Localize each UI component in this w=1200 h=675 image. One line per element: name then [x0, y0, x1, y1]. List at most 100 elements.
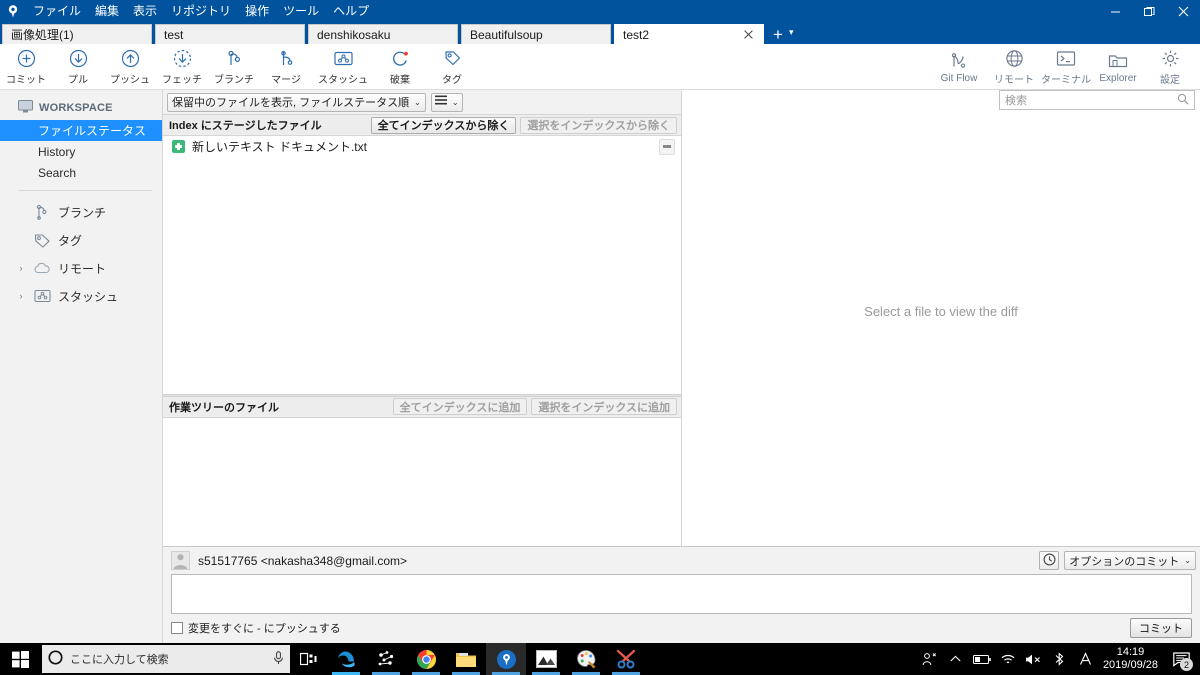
speaker-muted-icon[interactable]	[1021, 643, 1047, 675]
show-hidden-chevron-icon[interactable]	[943, 643, 969, 675]
menu-item-repository[interactable]: リポジトリ	[164, 0, 238, 22]
system-tray: 14:19 2019/09/28 2	[917, 643, 1200, 675]
taskbar-app-chrome[interactable]	[406, 643, 446, 675]
minimize-button[interactable]	[1098, 0, 1132, 22]
push-up-arrow-icon	[121, 47, 140, 69]
commit-area: s51517765 <nakasha348@gmail.com> オプションのコ…	[163, 546, 1200, 644]
task-view-icon[interactable]	[290, 643, 326, 675]
toolbar-terminal-button[interactable]: ターミナル	[1040, 45, 1092, 89]
commit-message-input[interactable]	[171, 574, 1192, 614]
tab-gazoushori[interactable]: 画像処理(1)	[2, 24, 152, 44]
toolbar-button-label: 設定	[1160, 75, 1180, 86]
toolbar-gitflow-button[interactable]: Git Flow	[930, 45, 988, 89]
toolbar-tag-button[interactable]: タグ	[426, 45, 478, 89]
toolbar-commit-button[interactable]: コミット	[0, 45, 52, 89]
merge-icon	[277, 47, 296, 69]
taskbar-app-scatter-plot[interactable]	[366, 643, 406, 675]
battery-icon[interactable]	[969, 643, 995, 675]
taskbar-app-snipping-tool[interactable]	[606, 643, 646, 675]
tab-list-chevron-icon[interactable]: ▾	[789, 27, 800, 40]
people-icon[interactable]	[917, 643, 943, 675]
sidebar-item-history[interactable]: History	[0, 141, 162, 162]
bluetooth-icon[interactable]	[1047, 643, 1073, 675]
menu-item-help[interactable]: ヘルプ	[326, 0, 376, 22]
sidebar-item-stashes[interactable]: › スタッシュ	[0, 282, 162, 310]
branch-icon	[33, 204, 51, 220]
stage-all-button[interactable]: 全てインデックスに追加	[392, 398, 528, 415]
toolbar-branch-button[interactable]: ブランチ	[208, 45, 260, 89]
unstage-all-button[interactable]: 全てインデックスから除く	[370, 116, 517, 134]
tab-close-icon[interactable]	[741, 28, 755, 42]
stage-selected-button[interactable]: 選択をインデックスに追加	[531, 398, 677, 415]
menu-item-tools[interactable]: ツール	[276, 0, 326, 22]
worktree-files-header: 作業ツリーのファイル 全てインデックスに追加 選択をインデックスに追加	[163, 396, 681, 418]
sidebar-item-search[interactable]: Search	[0, 162, 162, 183]
explorer-folder-icon	[1108, 49, 1128, 71]
toolbar-stash-button[interactable]: スタッシュ	[312, 45, 374, 89]
chevron-right-icon[interactable]: ›	[16, 263, 26, 273]
unstage-selected-button[interactable]: 選択をインデックスから除く	[520, 116, 677, 134]
menu-item-edit[interactable]: 編集	[88, 0, 126, 22]
wifi-icon[interactable]	[995, 643, 1021, 675]
microphone-icon[interactable]	[273, 650, 284, 668]
menu-item-view[interactable]: 表示	[126, 0, 164, 22]
action-center-icon[interactable]: 2	[1166, 643, 1196, 675]
taskbar-app-edge[interactable]	[326, 643, 366, 675]
toolbar-discard-button[interactable]: 破棄	[374, 45, 426, 89]
toolbar-button-label: マージ	[271, 75, 301, 86]
toolbar-push-button[interactable]: プッシュ	[104, 45, 156, 89]
toolbar-pull-button[interactable]: プル	[52, 45, 104, 89]
checkbox-box[interactable]	[171, 622, 183, 634]
push-immediately-label: 変更をすぐに - にプッシュする	[188, 623, 341, 635]
tab-test2[interactable]: test2	[614, 24, 764, 44]
staged-files-list[interactable]: 新しいテキスト ドキュメント.txt	[163, 136, 681, 394]
ime-input-A-icon[interactable]	[1073, 643, 1099, 675]
menu-item-actions[interactable]: 操作	[238, 0, 276, 22]
toolbar-remote-button[interactable]: リモート	[988, 45, 1040, 89]
sidebar-item-file-status[interactable]: ファイルステータス	[0, 120, 162, 141]
commit-author-row: s51517765 <nakasha348@gmail.com> オプションのコ…	[163, 547, 1200, 574]
commit-options-dropdown[interactable]: オプションのコミット ⌄	[1064, 551, 1196, 570]
sidebar-section-label: ブランチ	[58, 205, 107, 220]
sidebar-item-branches[interactable]: ブランチ	[0, 198, 162, 226]
toolbar-settings-button[interactable]: 設定	[1144, 45, 1196, 89]
toolbar-button-label: フェッチ	[162, 75, 202, 86]
sidebar-workspace-label: WORKSPACE	[39, 102, 113, 114]
commit-history-button[interactable]	[1039, 551, 1060, 570]
toolbar-fetch-button[interactable]: フェッチ	[156, 45, 208, 89]
sidebar-item-tags[interactable]: タグ	[0, 226, 162, 254]
unstage-file-minus-icon[interactable]	[659, 138, 675, 155]
toolbar-explorer-button[interactable]: Explorer	[1092, 45, 1144, 89]
menu-item-file[interactable]: ファイル	[26, 0, 88, 22]
sidebar-item-remotes[interactable]: › リモート	[0, 254, 162, 282]
taskbar-search-input[interactable]: ここに入力して検索	[42, 645, 290, 673]
taskbar-clock[interactable]: 14:19 2019/09/28	[1099, 646, 1166, 672]
terminal-icon	[1056, 47, 1076, 69]
chevron-right-icon[interactable]: ›	[16, 291, 26, 301]
toolbar-button-label: リモート	[994, 75, 1034, 86]
commit-button[interactable]: コミット	[1130, 618, 1192, 638]
file-filter-dropdown[interactable]: 保留中のファイルを表示, ファイルステータス順 ⌄	[167, 92, 426, 112]
new-tab-button[interactable]: +	[767, 26, 789, 44]
staged-files-header: Index にステージしたファイル 全てインデックスから除く 選択をインデックス…	[163, 115, 681, 136]
taskbar-app-photos[interactable]	[526, 643, 566, 675]
taskbar-app-sourcetree[interactable]	[486, 643, 526, 675]
windows-start-icon[interactable]	[0, 643, 40, 675]
menu-bar: ファイル 編集 表示 リポジトリ 操作 ツール ヘルプ	[26, 0, 376, 22]
restore-button[interactable]	[1132, 0, 1166, 22]
taskbar-app-paint[interactable]	[566, 643, 606, 675]
staged-file-row[interactable]: 新しいテキスト ドキュメント.txt	[163, 136, 681, 157]
toolbar-button-label: 破棄	[390, 75, 410, 86]
close-button[interactable]	[1166, 0, 1200, 22]
tab-denshikosaku[interactable]: denshikosaku	[308, 24, 458, 44]
cortana-circle-icon	[48, 650, 63, 668]
search-input[interactable]: 検索	[999, 90, 1195, 110]
file-view-mode-dropdown[interactable]: ⌄	[430, 92, 463, 112]
taskbar-app-file-explorer[interactable]	[446, 643, 486, 675]
toolbar-merge-button[interactable]: マージ	[260, 45, 312, 89]
tab-label: test2	[623, 27, 650, 42]
tab-test[interactable]: test	[155, 24, 305, 44]
tab-beautifulsoup[interactable]: Beautifulsoup	[461, 24, 611, 44]
push-immediately-checkbox[interactable]: 変更をすぐに - にプッシュする	[171, 620, 1130, 636]
search-placeholder: 検索	[1005, 95, 1027, 107]
